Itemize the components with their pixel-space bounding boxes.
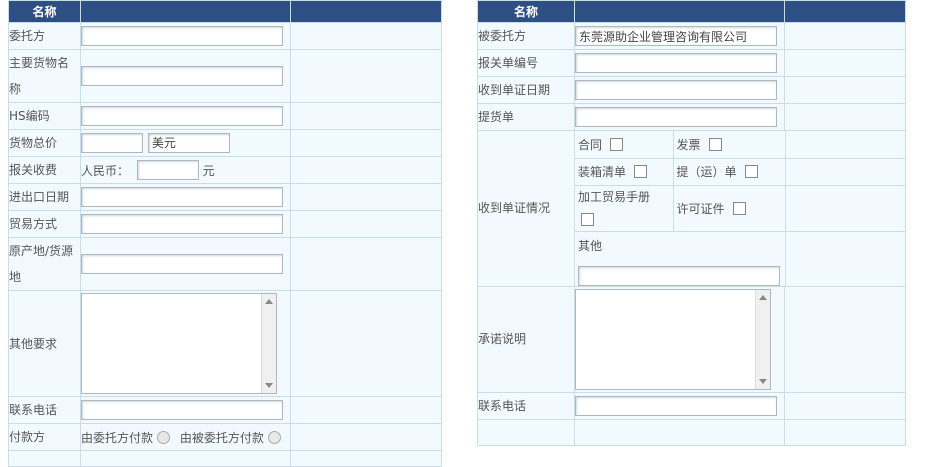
doc-invoice-label: 发票: [676, 137, 701, 152]
doc-other-label: 其他: [578, 238, 603, 253]
other-req-textarea[interactable]: [81, 293, 277, 394]
client-input[interactable]: [81, 26, 283, 46]
yuan-unit: 元: [202, 164, 215, 178]
trade-mode-input[interactable]: [81, 214, 283, 234]
docs-label: 收到单证情况: [477, 130, 575, 287]
trustee-form: 名称 被委托方 报关单编号 收到单证日期 提货单 收到单证情况 合同: [477, 0, 906, 446]
doc-license-checkbox[interactable]: [732, 201, 746, 215]
currency-input[interactable]: [147, 132, 230, 153]
origin-label: 原产地/货源地: [8, 237, 81, 291]
client-label: 委托方: [8, 22, 81, 50]
recv-date-label: 收到单证日期: [477, 76, 575, 104]
doc-other-input[interactable]: [578, 265, 780, 286]
commitment-textarea[interactable]: [575, 288, 771, 390]
doc-lading-label: 提（运）单: [676, 165, 737, 179]
doc-lading-checkbox[interactable]: [744, 165, 758, 178]
other-req-label: 其他要求: [8, 290, 81, 397]
payer-label: 付款方: [8, 423, 81, 451]
bol-input[interactable]: [575, 107, 777, 127]
doc-processing-checkbox[interactable]: [581, 213, 594, 226]
phone-input[interactable]: [81, 400, 283, 420]
hs-code-label: HS编码: [8, 102, 81, 130]
column-header-name: 名称: [477, 0, 575, 23]
client-form: 名称 委托方 主要货物名称 HS编码 货物总价 报关收费 人民币： 元 进: [8, 0, 442, 467]
doc-contract-checkbox[interactable]: [610, 137, 624, 151]
decl-no-label: 报关单编号: [477, 49, 575, 77]
hs-code-input[interactable]: [81, 106, 283, 126]
column-header-name: 名称: [8, 0, 81, 23]
customs-fee-input[interactable]: [136, 160, 199, 180]
decl-no-input[interactable]: [575, 53, 777, 73]
recv-date-input[interactable]: [575, 80, 777, 100]
goods-name-input[interactable]: [81, 66, 283, 86]
rmb-label: 人民币：: [81, 164, 130, 178]
trustee-input[interactable]: [575, 26, 777, 46]
payer-option-client-radio[interactable]: [157, 430, 171, 444]
doc-contract-label: 合同: [578, 137, 603, 152]
textarea-scrollbar[interactable]: [261, 294, 276, 393]
doc-invoice-checkbox[interactable]: [708, 137, 722, 151]
right-phone-label: 联系电话: [477, 391, 575, 420]
doc-packing-label: 装箱清单: [578, 165, 627, 179]
bol-label: 提货单: [477, 103, 575, 131]
payer-option-trustee-label: 由被委托方付款: [179, 430, 264, 445]
trustee-label: 被委托方: [477, 22, 575, 50]
ie-date-input[interactable]: [81, 187, 283, 207]
doc-packing-checkbox[interactable]: [634, 165, 648, 178]
trade-mode-label: 贸易方式: [8, 210, 81, 238]
payer-option-client-label: 由委托方付款: [81, 430, 154, 445]
origin-input[interactable]: [81, 254, 283, 274]
goods-name-label: 主要货物名称: [8, 49, 81, 103]
phone-label: 联系电话: [8, 396, 81, 424]
commitment-label: 承诺说明: [477, 285, 575, 393]
textarea-scrollbar[interactable]: [755, 289, 770, 389]
total-price-label: 货物总价: [8, 129, 81, 157]
right-phone-input[interactable]: [575, 395, 777, 416]
ie-date-label: 进出口日期: [8, 183, 81, 211]
total-price-input[interactable]: [81, 133, 143, 154]
customs-fee-label: 报关收费: [8, 156, 81, 184]
doc-processing-label: 加工贸易手册: [578, 190, 651, 204]
payer-option-trustee-radio[interactable]: [267, 430, 281, 444]
docs-grid: 合同 发票 装箱清单 提（运）单 加工贸易手册 许可证件 其他: [575, 131, 906, 286]
doc-license-label: 许可证件: [676, 201, 725, 216]
